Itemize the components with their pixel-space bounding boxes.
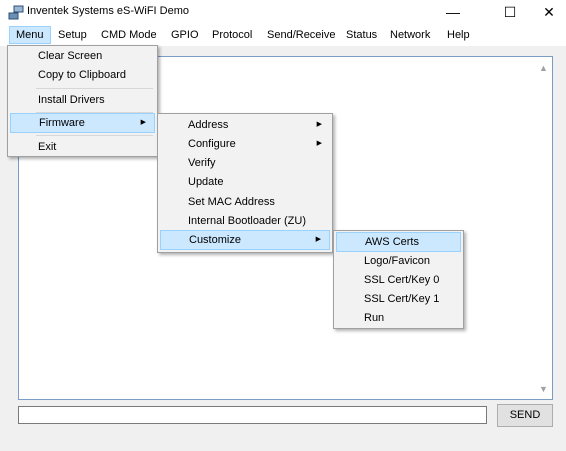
command-input[interactable]	[18, 406, 487, 424]
menu-item-label: Install Drivers	[38, 94, 105, 106]
submenu-item-address[interactable]: Address ▶	[160, 115, 330, 135]
menubar-item-protocol[interactable]: Protocol	[206, 26, 258, 44]
scroll-up-icon[interactable]: ▲	[535, 59, 552, 76]
send-button[interactable]: SEND	[497, 404, 553, 427]
menu-item-label: Internal Bootloader (ZU)	[188, 215, 306, 227]
submenu-item-set-mac-address[interactable]: Set MAC Address	[160, 192, 330, 212]
minimize-button[interactable]: —	[430, 0, 476, 24]
submenu-item-update[interactable]: Update	[160, 172, 330, 192]
menu-item-label: Run	[364, 312, 385, 324]
submenu-arrow-icon: ▶	[140, 119, 146, 126]
menu-item-firmware[interactable]: Firmware ▶	[10, 113, 155, 133]
customize-submenu: AWS Certs Logo/Favicon SSL Cert/Key 0 SS…	[333, 230, 464, 329]
submenu-item-logo-favicon[interactable]: Logo/Favicon	[336, 251, 461, 271]
submenu-arrow-icon: ▶	[316, 140, 322, 147]
menu-item-label: Exit	[38, 141, 57, 153]
submenu-item-ssl-cert-key-1[interactable]: SSL Cert/Key 1	[336, 289, 461, 309]
close-icon: ✕	[543, 3, 555, 20]
submenu-item-run[interactable]: Run	[336, 308, 461, 328]
app-icon	[8, 5, 24, 20]
submenu-item-customize[interactable]: Customize ▶	[160, 230, 330, 250]
submenu-item-ssl-cert-key-0[interactable]: SSL Cert/Key 0	[336, 270, 461, 290]
menu-item-label: Copy to Clipboard	[38, 69, 127, 81]
close-button[interactable]: ✕	[526, 0, 566, 24]
menubar-item-status[interactable]: Status	[340, 26, 383, 44]
minimize-icon: —	[446, 4, 460, 20]
menu-item-clear-screen[interactable]: Clear Screen	[10, 46, 155, 66]
menu-item-label: Update	[188, 176, 224, 188]
menubar-item-send-receive[interactable]: Send/Receive	[261, 26, 342, 44]
submenu-item-configure[interactable]: Configure ▶	[160, 134, 330, 154]
submenu-item-aws-certs[interactable]: AWS Certs	[336, 232, 461, 252]
menu-item-label: Address	[188, 119, 229, 131]
menu-item-label: Configure	[188, 138, 236, 150]
menubar-item-help[interactable]: Help	[441, 26, 476, 44]
menu-item-label: Logo/Favicon	[364, 255, 431, 267]
menu-item-exit[interactable]: Exit	[10, 137, 155, 157]
submenu-arrow-icon: ▶	[316, 121, 322, 128]
menu-bar: Menu Setup CMD Mode GPIO Protocol Send/R…	[0, 24, 566, 46]
title-bar: Inventek Systems eS-WiFI Demo — ☐ ✕	[0, 0, 566, 24]
menu-item-label: Clear Screen	[38, 50, 103, 62]
menu-item-label: Set MAC Address	[188, 196, 275, 208]
menu-item-label: SSL Cert/Key 0	[364, 274, 440, 286]
menubar-item-setup[interactable]: Setup	[52, 26, 93, 44]
menubar-item-network[interactable]: Network	[384, 26, 436, 44]
menu-separator	[36, 135, 153, 136]
menu-separator	[36, 88, 153, 89]
menu-item-label: SSL Cert/Key 1	[364, 293, 440, 305]
menu-item-label: AWS Certs	[365, 236, 419, 248]
menu-item-label: Customize	[189, 234, 241, 246]
submenu-item-verify[interactable]: Verify	[160, 153, 330, 173]
maximize-icon: ☐	[503, 3, 517, 20]
menu-item-install-drivers[interactable]: Install Drivers	[10, 90, 155, 110]
menubar-item-menu[interactable]: Menu	[9, 26, 51, 44]
menu-item-copy-to-clipboard[interactable]: Copy to Clipboard	[10, 65, 155, 85]
menu-item-label: Verify	[188, 157, 216, 169]
vertical-scrollbar[interactable]: ▲ ▼	[535, 57, 552, 399]
window-title: Inventek Systems eS-WiFI Demo	[27, 5, 189, 17]
submenu-arrow-icon: ▶	[315, 236, 321, 243]
submenu-item-internal-bootloader[interactable]: Internal Bootloader (ZU)	[160, 211, 330, 231]
menu-item-label: Firmware	[39, 117, 85, 129]
menubar-item-cmd-mode[interactable]: CMD Mode	[95, 26, 163, 44]
menubar-item-gpio[interactable]: GPIO	[165, 26, 205, 44]
menu-dropdown: Clear Screen Copy to Clipboard Install D…	[7, 45, 158, 157]
firmware-submenu: Address ▶ Configure ▶ Verify Update Set …	[157, 113, 333, 253]
scroll-down-icon[interactable]: ▼	[535, 380, 552, 397]
